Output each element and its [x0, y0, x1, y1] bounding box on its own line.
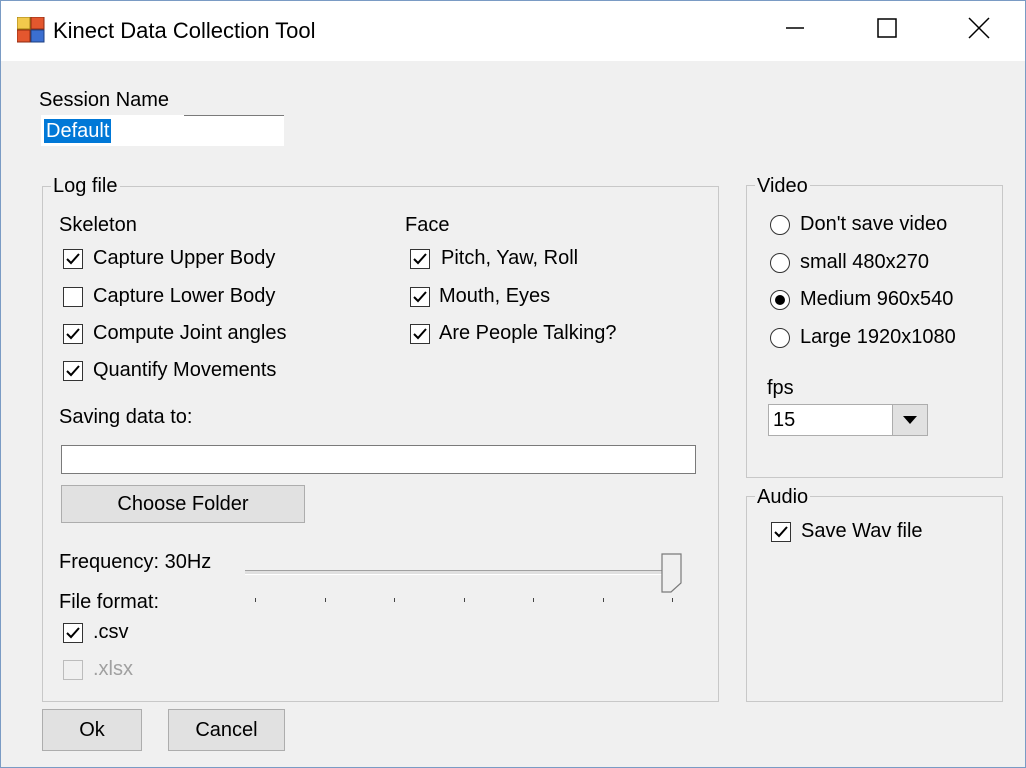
cancel-button[interactable]: Cancel — [168, 709, 285, 751]
checkmark-icon — [66, 253, 80, 265]
radio-selected-dot — [775, 295, 785, 305]
compute-joint-angles-checkbox[interactable] — [63, 324, 83, 344]
checkmark-icon — [66, 328, 80, 340]
capture-lower-body-checkbox[interactable] — [63, 287, 83, 307]
radio-medium-960x540-label[interactable]: Medium 960x540 — [800, 288, 953, 311]
csv-checkbox[interactable] — [63, 623, 83, 643]
radio-small-480x270-label[interactable]: small 480x270 — [800, 251, 929, 274]
maximize-icon — [877, 18, 897, 44]
xlsx-checkbox — [63, 660, 83, 680]
app-icon — [16, 16, 45, 43]
checkmark-icon — [66, 627, 80, 639]
window-title: Kinect Data Collection Tool — [53, 18, 316, 43]
slider-tick — [325, 598, 326, 602]
slider-tick — [255, 598, 256, 602]
checkmark-icon — [413, 253, 427, 265]
slider-tick — [672, 598, 673, 602]
slider-tick — [603, 598, 604, 602]
checkmark-icon — [66, 365, 80, 377]
save-wav-label[interactable]: Save Wav file — [801, 520, 923, 543]
are-people-talking-checkbox[interactable] — [410, 324, 430, 344]
capture-upper-body-checkbox[interactable] — [63, 249, 83, 269]
fps-label: fps — [767, 377, 794, 399]
face-heading: Face — [405, 214, 450, 236]
radio-large-1920x1080[interactable] — [770, 328, 790, 348]
minimize-icon — [785, 18, 805, 44]
radio-dont-save-video[interactable] — [770, 215, 790, 235]
main-window: Kinect Data Collection Tool Session Name… — [0, 0, 1026, 768]
session-name-input[interactable]: Default — [41, 115, 284, 146]
fps-dropdown-button[interactable] — [892, 405, 927, 435]
quantify-movements-checkbox[interactable] — [63, 361, 83, 381]
pitch-yaw-roll-label[interactable]: Pitch, Yaw, Roll — [441, 247, 578, 270]
mouth-eyes-label[interactable]: Mouth, Eyes — [439, 285, 550, 308]
saving-path-input[interactable] — [61, 445, 696, 474]
save-wav-checkbox[interactable] — [771, 522, 791, 542]
audio-legend: Audio — [755, 486, 811, 509]
pitch-yaw-roll-checkbox[interactable] — [410, 249, 430, 269]
close-icon — [968, 17, 990, 45]
capture-lower-body-label[interactable]: Capture Lower Body — [93, 285, 275, 308]
maximize-button[interactable] — [841, 1, 933, 61]
capture-upper-body-label[interactable]: Capture Upper Body — [93, 247, 275, 270]
session-name-border — [184, 115, 284, 116]
slider-track — [245, 570, 677, 575]
frequency-slider[interactable] — [243, 549, 687, 605]
skeleton-heading: Skeleton — [59, 214, 137, 236]
saving-data-label: Saving data to: — [59, 406, 193, 428]
csv-label[interactable]: .csv — [93, 621, 129, 644]
session-name-label: Session Name — [39, 89, 170, 111]
choose-folder-button[interactable]: Choose Folder — [61, 485, 305, 523]
slider-tick — [464, 598, 465, 602]
close-button[interactable] — [933, 1, 1025, 61]
video-legend: Video — [755, 175, 810, 198]
minimize-button[interactable] — [749, 1, 841, 61]
quantify-movements-label[interactable]: Quantify Movements — [93, 359, 276, 382]
checkmark-icon — [774, 526, 788, 538]
radio-medium-960x540[interactable] — [770, 290, 790, 310]
fps-select[interactable]: 15 — [768, 404, 928, 436]
slider-tick — [533, 598, 534, 602]
session-name-value: Default — [44, 119, 112, 143]
are-people-talking-label[interactable]: Are People Talking? — [439, 322, 617, 345]
title-bar[interactable]: Kinect Data Collection Tool — [1, 1, 1025, 61]
radio-dont-save-video-label[interactable]: Don't save video — [800, 213, 947, 236]
radio-small-480x270[interactable] — [770, 253, 790, 273]
log-file-legend: Log file — [51, 175, 120, 198]
chevron-down-icon — [903, 416, 917, 424]
file-format-label: File format: — [59, 591, 160, 613]
compute-joint-angles-label[interactable]: Compute Joint angles — [93, 322, 286, 345]
slider-thumb[interactable] — [661, 553, 683, 593]
checkmark-icon — [413, 328, 427, 340]
fps-value: 15 — [773, 409, 796, 431]
mouth-eyes-checkbox[interactable] — [410, 287, 430, 307]
checkmark-icon — [413, 291, 427, 303]
frequency-label: Frequency: 30Hz — [59, 551, 212, 573]
xlsx-label: .xlsx — [93, 658, 133, 680]
slider-tick — [394, 598, 395, 602]
radio-large-1920x1080-label[interactable]: Large 1920x1080 — [800, 326, 956, 349]
ok-button[interactable]: Ok — [42, 709, 142, 751]
